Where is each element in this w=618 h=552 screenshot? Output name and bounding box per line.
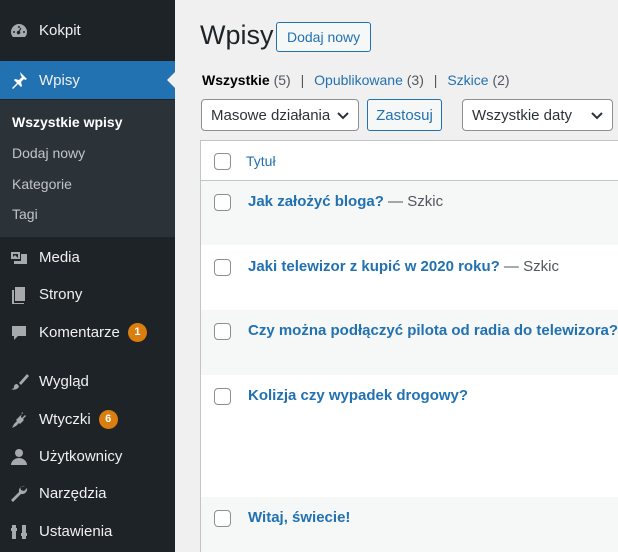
chevron-down-icon: [591, 112, 603, 120]
menu-label: Strony: [39, 286, 83, 303]
row-checkbox[interactable]: [214, 323, 231, 340]
post-status-filters: Wszystkie (5) | Opublikowane (3) | Szkic…: [202, 72, 510, 88]
comment-icon: [9, 323, 29, 343]
user-icon: [9, 447, 29, 467]
menu-item-posts[interactable]: Wpisy: [0, 61, 175, 99]
post-state: — Szkic: [499, 258, 559, 275]
wrench-icon: [9, 484, 29, 504]
menu-label: Wtyczki: [39, 411, 91, 428]
row-checkbox[interactable]: [214, 510, 231, 527]
post-title-link[interactable]: Jaki telewizor z kupić w 2020 roku? — Sz…: [248, 258, 559, 275]
filter-separator: |: [300, 72, 305, 88]
chevron-down-icon: [337, 112, 349, 120]
posts-table: Tytuł Jak założyć bloga? — Szkic Jaki te…: [200, 140, 618, 552]
table-row: Jaki telewizor z kupić w 2020 roku? — Sz…: [201, 245, 618, 310]
media-icon: [9, 248, 29, 268]
menu-item-comments[interactable]: Komentarze 1: [0, 314, 175, 351]
menu-label: Media: [39, 249, 80, 266]
post-state: — Szkic: [383, 193, 444, 210]
filter-all[interactable]: Wszystkie: [202, 72, 270, 88]
post-title-link[interactable]: Czy można podłączyć pilota od radia do t…: [248, 322, 618, 339]
select-all-checkbox[interactable]: [214, 153, 231, 170]
post-title-link[interactable]: Jak założyć bloga? — Szkic: [248, 193, 443, 210]
menu-item-pages[interactable]: Strony: [0, 276, 175, 313]
date-filter-select[interactable]: Wszystkie daty: [462, 99, 613, 131]
row-checkbox[interactable]: [214, 194, 231, 211]
filter-drafts[interactable]: Szkice: [447, 72, 488, 88]
admin-sidebar: Kokpit Wpisy Wszystkie wpisy Dodaj nowy …: [0, 0, 175, 552]
column-title-header[interactable]: Tytuł: [246, 153, 276, 169]
plugin-icon: [9, 410, 29, 430]
posts-submenu: Wszystkie wpisy Dodaj nowy Kategorie Tag…: [0, 100, 175, 237]
filter-drafts-count: (2): [492, 72, 510, 88]
plugins-update-badge: 6: [98, 410, 118, 429]
menu-label: Komentarze: [39, 324, 120, 341]
menu-item-plugins[interactable]: Wtyczki 6: [0, 401, 175, 438]
menu-item-users[interactable]: Użytkownicy: [0, 438, 175, 475]
menu-item-tools[interactable]: Narzędzia: [0, 475, 175, 512]
brush-icon: [9, 372, 29, 392]
dashboard-icon: [9, 21, 29, 41]
date-filter-value: Wszystkie daty: [472, 106, 573, 124]
table-row: Kolizja czy wypadek drogowy?: [201, 375, 618, 497]
submenu-all-posts[interactable]: Wszystkie wpisy: [12, 114, 123, 130]
post-title-link[interactable]: Kolizja czy wypadek drogowy?: [248, 387, 468, 404]
filter-all-count: (5): [273, 72, 291, 88]
submenu-categories[interactable]: Kategorie: [12, 176, 72, 192]
row-checkbox[interactable]: [214, 259, 231, 276]
menu-label: Ustawienia: [39, 523, 113, 540]
menu-label: Użytkownicy: [39, 448, 123, 465]
table-row: Jak założyć bloga? — Szkic: [201, 181, 618, 245]
menu-item-media[interactable]: Media: [0, 239, 175, 276]
menu-item-settings[interactable]: Ustawienia: [0, 513, 175, 550]
page-icon: [9, 285, 29, 305]
menu-label: Wygląd: [39, 373, 89, 390]
post-title-link[interactable]: Witaj, świecie!: [248, 509, 350, 526]
pin-icon: [9, 70, 29, 90]
submenu-tags[interactable]: Tagi: [12, 206, 38, 222]
menu-label: Wpisy: [39, 71, 80, 89]
filter-published[interactable]: Opublikowane: [314, 72, 403, 88]
filter-published-count: (3): [406, 72, 424, 88]
page-title: Wpisy: [200, 20, 274, 50]
apply-button[interactable]: Zastosuj: [367, 99, 442, 131]
menu-label: Narzędzia: [39, 485, 107, 502]
submenu-add-new[interactable]: Dodaj nowy: [12, 145, 85, 161]
settings-icon: [9, 522, 29, 542]
menu-label: Kokpit: [39, 22, 81, 39]
comments-count-badge: 1: [127, 323, 147, 342]
bulk-actions-value: Masowe działania: [211, 106, 331, 124]
table-row: Witaj, świecie!: [201, 497, 618, 552]
bulk-actions-select[interactable]: Masowe działania: [201, 99, 359, 131]
add-new-post-button[interactable]: Dodaj nowy: [276, 22, 372, 52]
menu-item-dashboard[interactable]: Kokpit: [0, 12, 175, 49]
menu-item-appearance[interactable]: Wygląd: [0, 363, 175, 400]
table-row: Czy można podłączyć pilota od radia do t…: [201, 310, 618, 375]
filter-separator: |: [433, 72, 438, 88]
table-header: Tytuł: [201, 141, 618, 181]
row-checkbox[interactable]: [214, 388, 231, 405]
